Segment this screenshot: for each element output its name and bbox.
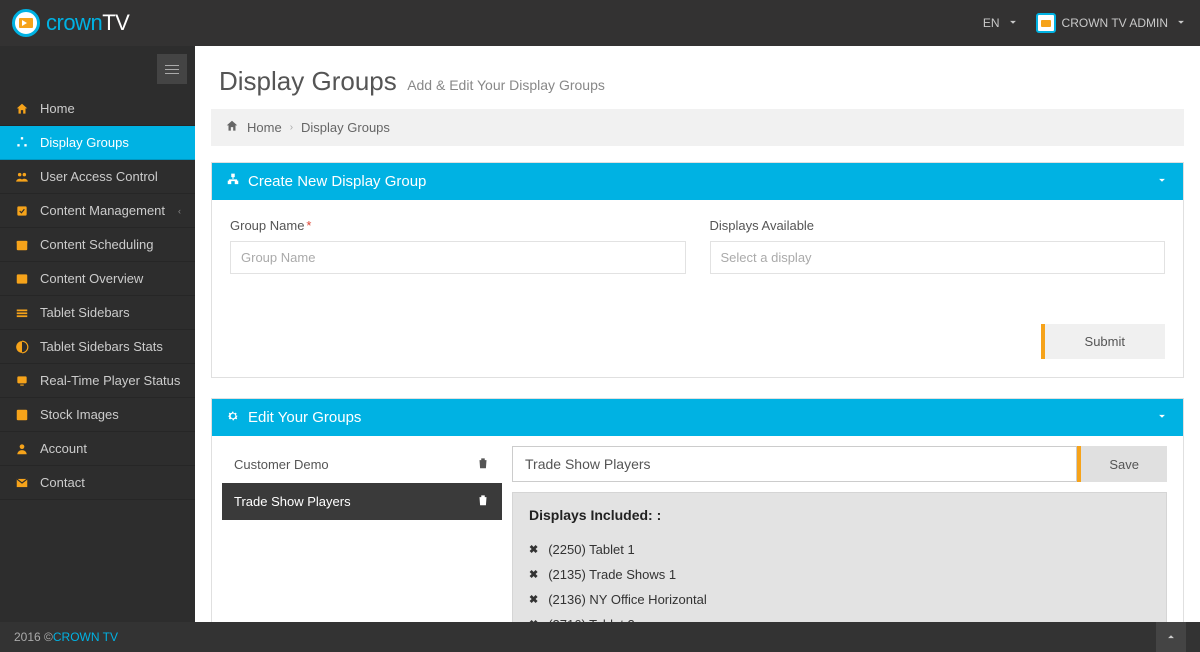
brand-text: crownTV — [46, 10, 129, 36]
group-list-item[interactable]: Customer Demo — [222, 446, 502, 483]
displays-select[interactable] — [710, 241, 1166, 274]
breadcrumb-separator-icon: › — [290, 122, 293, 133]
sidebar-item-content-overview[interactable]: Content Overview — [0, 262, 195, 296]
sidebar-item-contact[interactable]: Contact — [0, 466, 195, 500]
nav-icon — [14, 306, 30, 320]
nav-icon — [14, 442, 30, 456]
included-display-item: ✖(2250) Tablet 1 — [529, 537, 1150, 562]
chevron-down-icon — [1006, 15, 1020, 32]
edit-panel-title: Edit Your Groups — [248, 409, 361, 426]
breadcrumb-current: Display Groups — [301, 120, 390, 135]
chevron-down-icon — [1174, 15, 1188, 32]
footer-year: 2016 © — [14, 630, 53, 644]
displays-included-list: ✖(2250) Tablet 1✖(2135) Trade Shows 1✖(2… — [529, 537, 1150, 622]
nav-label: Display Groups — [40, 135, 129, 150]
remove-icon[interactable]: ✖ — [529, 543, 538, 556]
cogs-icon — [226, 409, 240, 426]
save-button[interactable]: Save — [1077, 446, 1167, 482]
nav-label: Content Scheduling — [40, 237, 153, 252]
brand-logo[interactable]: crownTV — [0, 9, 129, 37]
remove-icon[interactable]: ✖ — [529, 593, 538, 606]
nav-icon — [14, 476, 30, 490]
create-group-panel: Create New Display Group Group Name* Dis… — [211, 162, 1184, 378]
group-name-label: Group Name* — [230, 218, 686, 233]
sidebar-item-account[interactable]: Account — [0, 432, 195, 466]
breadcrumb-home[interactable]: Home — [247, 120, 282, 135]
nav-icon — [14, 102, 30, 116]
avatar-icon — [1036, 13, 1056, 33]
sidebar-item-stock-images[interactable]: Stock Images — [0, 398, 195, 432]
sidebar-item-content-scheduling[interactable]: Content Scheduling — [0, 228, 195, 262]
sidebar-item-real-time-player-status[interactable]: Real-Time Player Status — [0, 364, 195, 398]
sidebar-item-home[interactable]: Home — [0, 92, 195, 126]
logo-icon — [12, 9, 40, 37]
edit-panel-header: Edit Your Groups — [212, 399, 1183, 436]
create-panel-title: Create New Display Group — [248, 173, 426, 190]
nav-icon — [14, 374, 30, 388]
nav-label: Home — [40, 101, 75, 116]
displays-included-box: Displays Included: : ✖(2250) Tablet 1✖(2… — [512, 492, 1167, 622]
chevron-left-icon: ‹ — [178, 206, 181, 216]
included-display-item: ✖(2135) Trade Shows 1 — [529, 562, 1150, 587]
scroll-top-button[interactable] — [1156, 622, 1186, 652]
trash-icon[interactable] — [476, 456, 490, 473]
remove-icon[interactable]: ✖ — [529, 568, 538, 581]
nav-label: Real-Time Player Status — [40, 373, 180, 388]
menu-toggle-button[interactable] — [157, 54, 187, 84]
nav-label: Account — [40, 441, 87, 456]
nav-label: Tablet Sidebars Stats — [40, 339, 163, 354]
nav-label: User Access Control — [40, 169, 158, 184]
sidebar-item-content-management[interactable]: Content Management ‹ — [0, 194, 195, 228]
nav-icon — [14, 340, 30, 354]
page-header: Display Groups Add & Edit Your Display G… — [195, 46, 1200, 109]
nav-icon — [14, 238, 30, 252]
nav-icon — [14, 170, 30, 184]
displays-included-title: Displays Included: : — [529, 507, 1150, 523]
language-selector[interactable]: EN — [983, 15, 1020, 32]
edit-groups-panel: Edit Your Groups Customer Demo Trade Show… — [211, 398, 1184, 622]
submit-button[interactable]: Submit — [1041, 324, 1165, 359]
displays-available-label: Displays Available — [710, 218, 1166, 233]
create-panel-header: Create New Display Group — [212, 163, 1183, 200]
nav-icon — [14, 272, 30, 286]
nav-label: Tablet Sidebars — [40, 305, 130, 320]
sidebar-item-tablet-sidebars[interactable]: Tablet Sidebars — [0, 296, 195, 330]
page-title: Display Groups — [219, 66, 397, 96]
footer-brand-link[interactable]: CROWN TV — [53, 630, 118, 644]
nav-icon — [14, 136, 30, 150]
collapse-icon[interactable] — [1155, 409, 1169, 426]
group-name-input[interactable] — [230, 241, 686, 274]
collapse-icon[interactable] — [1155, 173, 1169, 190]
page-subtitle: Add & Edit Your Display Groups — [407, 77, 605, 93]
included-display-item: ✖(2716) Tablet 2 — [529, 612, 1150, 622]
sidebar-item-display-groups[interactable]: Display Groups — [0, 126, 195, 160]
user-menu[interactable]: CROWN TV ADMIN — [1036, 13, 1188, 33]
group-list-item[interactable]: Trade Show Players — [222, 483, 502, 520]
nav-label: Stock Images — [40, 407, 119, 422]
nav-label: Content Overview — [40, 271, 143, 286]
nav-label: Content Management — [40, 203, 165, 218]
nav-icon — [14, 408, 30, 422]
content-area: Display Groups Add & Edit Your Display G… — [195, 46, 1200, 622]
included-display-item: ✖(2136) NY Office Horizontal — [529, 587, 1150, 612]
footer: 2016 © CROWN TV — [0, 622, 1200, 652]
topbar: crownTV EN CROWN TV ADMIN — [0, 0, 1200, 46]
group-detail: Save Displays Included: : ✖(2250) Tablet… — [512, 436, 1183, 622]
sidebar-item-user-access-control[interactable]: User Access Control — [0, 160, 195, 194]
group-name: Customer Demo — [234, 457, 329, 472]
breadcrumb: Home › Display Groups — [211, 109, 1184, 146]
nav-icon — [14, 204, 30, 218]
trash-icon[interactable] — [476, 493, 490, 510]
group-name-edit-input[interactable] — [512, 446, 1077, 482]
nav-list: Home Display Groups User Access Control Con… — [0, 92, 195, 500]
home-icon — [225, 119, 239, 136]
sidebar-item-tablet-sidebars-stats[interactable]: Tablet Sidebars Stats — [0, 330, 195, 364]
sitemap-icon — [226, 173, 240, 190]
group-list: Customer Demo Trade Show Players — [212, 436, 512, 622]
group-name: Trade Show Players — [234, 494, 351, 509]
nav-label: Contact — [40, 475, 85, 490]
sidebar: Home Display Groups User Access Control Con… — [0, 46, 195, 622]
